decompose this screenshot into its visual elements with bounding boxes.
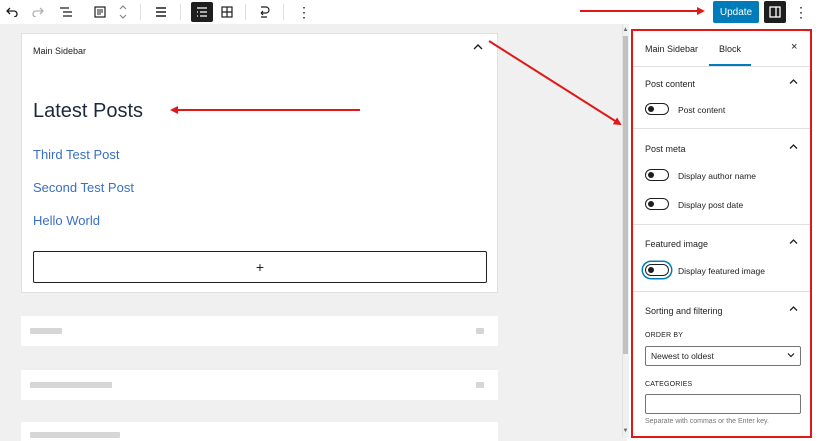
more-options-icon[interactable]: ⋮ — [794, 2, 808, 22]
post-content-toggle[interactable] — [645, 103, 669, 115]
blurred-title — [30, 432, 120, 438]
tab-block[interactable]: Block — [719, 44, 741, 54]
chevron-down-icon — [787, 351, 795, 360]
featured-image-panel: Featured image Display featured image — [633, 225, 810, 292]
toggle-label: Display author name — [678, 171, 756, 181]
list-view-icon[interactable] — [58, 2, 74, 22]
active-tab-indicator — [709, 64, 751, 66]
close-icon[interactable]: × — [791, 41, 797, 53]
tab-main-sidebar[interactable]: Main Sidebar — [645, 44, 698, 54]
featured-image-toggle[interactable] — [645, 264, 669, 276]
transform-icon[interactable] — [256, 2, 272, 22]
order-by-select[interactable]: Newest to oldest — [645, 346, 801, 366]
categories-help-text: Separate with commas or the Enter key. — [645, 418, 769, 425]
update-button[interactable]: Update — [713, 1, 759, 23]
blurred-chevron — [476, 328, 484, 334]
blurred-title — [30, 328, 62, 334]
chevron-up-icon[interactable] — [473, 43, 483, 54]
toggle-label: Post content — [678, 105, 726, 115]
canvas-scrollbar-thumb[interactable] — [623, 36, 628, 354]
scroll-down-icon[interactable]: ▼ — [622, 428, 629, 434]
panel-title[interactable]: Featured image — [645, 239, 708, 249]
categories-label: CATEGORIES — [645, 381, 693, 388]
settings-panel-icon[interactable] — [764, 1, 786, 23]
toggle-label: Display post date — [678, 200, 744, 210]
chevron-up-icon[interactable] — [789, 304, 798, 314]
add-block-button[interactable]: + — [33, 251, 487, 283]
chevron-up-icon[interactable] — [789, 142, 798, 152]
move-arrows-icon[interactable] — [116, 2, 130, 22]
post-link[interactable]: Second Test Post — [33, 180, 134, 195]
more-options-icon[interactable]: ⋮ — [296, 2, 312, 22]
panel-title[interactable]: Post meta — [645, 144, 686, 154]
editor-toolbar: ⋮ Update ⋮ — [0, 0, 821, 24]
order-by-label: ORDER BY — [645, 332, 684, 339]
toolbar-divider — [180, 4, 181, 20]
widget-area-title: Main Sidebar — [33, 46, 87, 56]
panel-title[interactable]: Post content — [645, 79, 695, 89]
collapsed-widget-area[interactable] — [21, 370, 498, 400]
list-layout-icon[interactable] — [191, 2, 213, 22]
toolbar-divider — [140, 4, 141, 20]
post-meta-panel: Post meta Display author name Display po… — [633, 129, 810, 225]
grid-layout-icon[interactable] — [218, 2, 236, 22]
settings-sidebar: Main Sidebar Block × Post content Post c… — [631, 29, 812, 438]
scroll-up-icon[interactable]: ▲ — [622, 27, 629, 33]
post-link[interactable]: Hello World — [33, 213, 100, 228]
post-content-panel: Post content Post content — [633, 67, 810, 129]
categories-input[interactable] — [645, 394, 801, 414]
panel-title[interactable]: Sorting and filtering — [645, 306, 723, 316]
collapsed-widget-area[interactable] — [21, 316, 498, 346]
toolbar-divider — [283, 4, 284, 20]
author-name-toggle[interactable] — [645, 169, 669, 181]
sorting-filtering-panel: Sorting and filtering ORDER BY Newest to… — [633, 292, 810, 436]
sidebar-tabs: Main Sidebar Block × — [633, 31, 810, 67]
main-sidebar-widget-area[interactable]: Main Sidebar Latest Posts Third Test Pos… — [21, 33, 498, 293]
chevron-up-icon[interactable] — [789, 237, 798, 247]
document-outline-icon[interactable] — [92, 2, 108, 22]
blurred-chevron — [476, 382, 484, 388]
align-icon[interactable] — [153, 2, 169, 22]
chevron-up-icon[interactable] — [789, 77, 798, 87]
latest-posts-heading[interactable]: Latest Posts — [33, 100, 143, 123]
post-date-toggle[interactable] — [645, 198, 669, 210]
undo-icon[interactable] — [4, 2, 20, 22]
blurred-title — [30, 382, 112, 388]
redo-icon[interactable] — [30, 2, 46, 22]
toggle-label: Display featured image — [678, 266, 765, 276]
select-value: Newest to oldest — [651, 351, 714, 361]
collapsed-widget-area[interactable] — [21, 422, 498, 441]
toolbar-divider — [245, 4, 246, 20]
post-link[interactable]: Third Test Post — [33, 147, 119, 162]
